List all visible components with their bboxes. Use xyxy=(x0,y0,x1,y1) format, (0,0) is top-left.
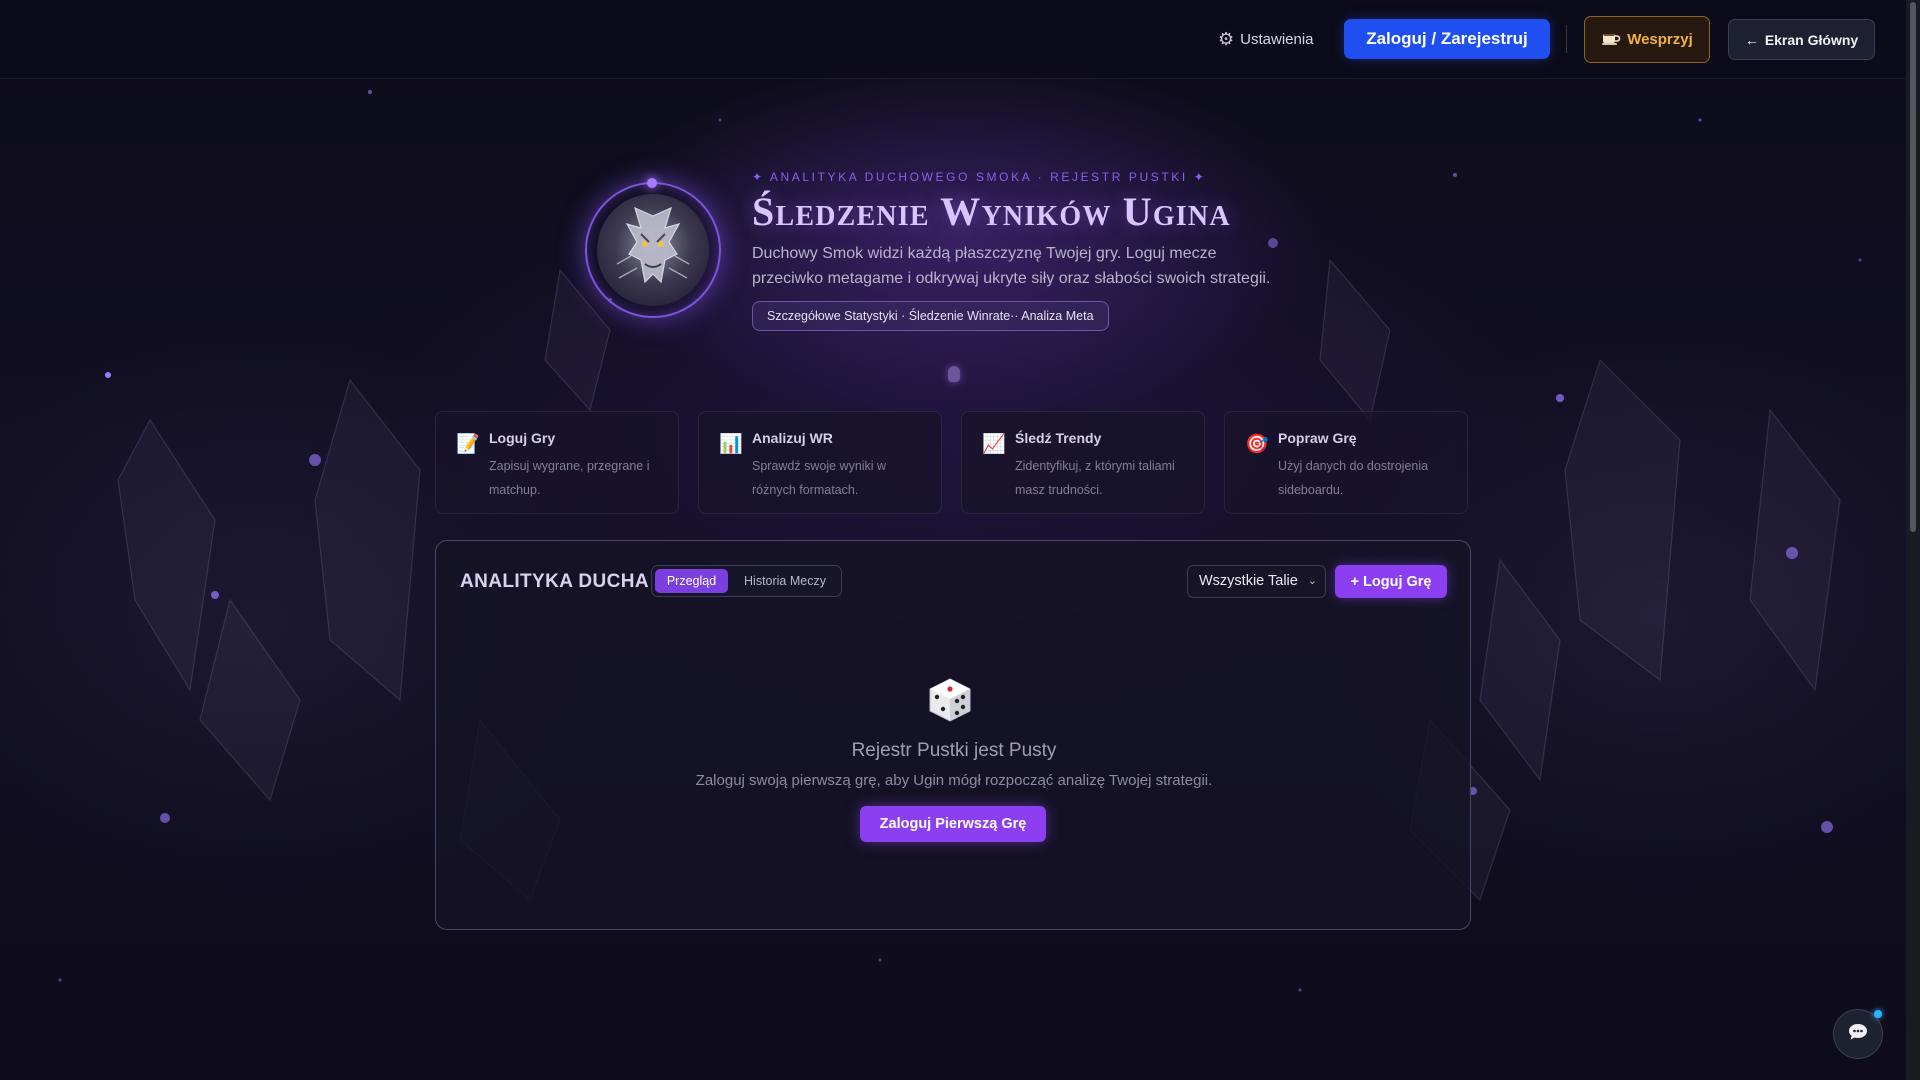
empty-state-title: Rejestr Pustki jest Pusty xyxy=(851,740,1057,761)
feature-card-improve-game: 🎯 Popraw Grę Użyj danych do dostrojenia … xyxy=(1224,411,1468,514)
log-game-button[interactable]: + Loguj Grę xyxy=(1335,565,1447,598)
dice-icon xyxy=(927,677,973,723)
feature-card-log-games: 📝 Loguj Gry Zapisuj wygrane, przegrane i… xyxy=(435,411,679,514)
trend-chart-icon: 📈 xyxy=(982,434,1006,455)
hero-description: Duchowy Smok widzi każdą płaszczyznę Two… xyxy=(752,245,1271,287)
feature-description: Zidentyfikuj, z którymi taliami masz tru… xyxy=(1015,459,1175,497)
spirit-dragon-icon xyxy=(597,194,709,306)
feature-description: Sprawdź swoje wyniki w różnych formatach… xyxy=(752,459,887,497)
support-label: Wesprzyj xyxy=(1627,31,1693,48)
deck-filter-value: Wszystkie Talie xyxy=(1199,573,1298,589)
hero-eyebrow: ✦ ANALITYKA DUCHOWEGO SMOKA · REJESTR PU… xyxy=(752,170,1207,184)
support-button[interactable]: Wesprzyj xyxy=(1584,16,1710,63)
avatar-glow-dot xyxy=(647,178,657,188)
empty-state-description: Zaloguj swoją pierwszą grę, aby Ugin móg… xyxy=(695,772,1213,789)
page-title: Śledzenie Wyników Ugina xyxy=(752,189,1231,234)
nav-divider xyxy=(1566,25,1567,53)
feature-title: Popraw Grę xyxy=(1278,430,1357,446)
feature-title: Śledź Trendy xyxy=(1015,430,1102,446)
chevron-down-icon: ⌄ xyxy=(1307,575,1317,587)
bar-chart-icon: 📊 xyxy=(719,434,743,455)
feature-card-track-trends: 📈 Śledź Trendy Zidentyfikuj, z którymi t… xyxy=(961,411,1205,514)
settings-link[interactable]: ⚙ Ustawienia xyxy=(1218,26,1314,52)
chat-button[interactable] xyxy=(1833,1009,1883,1059)
coffee-icon xyxy=(1601,30,1621,50)
home-label: Ekran Główny xyxy=(1764,31,1859,48)
back-arrow-icon: ← xyxy=(1744,31,1759,48)
feature-card-analyze-wr: 📊 Analizuj WR Sprawdź swoje wyniki w róż… xyxy=(698,411,942,514)
tab-overview[interactable]: Przegląd xyxy=(655,569,728,593)
feature-title: Analizuj WR xyxy=(752,430,833,446)
gear-icon: ⚙ xyxy=(1218,28,1235,49)
target-icon: 🎯 xyxy=(1245,434,1269,455)
deck-filter-select[interactable]: Wszystkie Talie ⌄ xyxy=(1187,565,1326,598)
memo-icon: 📝 xyxy=(456,434,480,455)
page-scrollbar[interactable] xyxy=(1906,0,1920,1080)
feature-description: Użyj danych do dostrojenia sideboardu. xyxy=(1278,459,1429,497)
view-tabs: Przegląd Historia Meczy xyxy=(651,565,842,597)
feature-tags-pill: Szczegółowe Statystyki · Śledzenie Winra… xyxy=(752,301,1109,331)
tab-match-history[interactable]: Historia Meczy xyxy=(732,569,838,593)
home-screen-button[interactable]: ← Ekran Główny xyxy=(1728,19,1875,60)
analytics-panel: ANALITYKA DUCHA Przegląd Historia Meczy … xyxy=(435,540,1471,930)
feature-description: Zapisuj wygrane, przegrane i matchup. xyxy=(489,459,650,497)
scrollbar-thumb[interactable] xyxy=(1910,2,1916,532)
login-register-button[interactable]: Zaloguj / Zarejestruj xyxy=(1344,19,1550,59)
panel-title: ANALITYKA DUCHA xyxy=(460,571,649,592)
dragon-avatar-frame xyxy=(585,178,721,318)
settings-label: Ustawienia xyxy=(1240,30,1314,48)
feature-title: Loguj Gry xyxy=(489,430,556,446)
chat-icon xyxy=(1847,1022,1869,1047)
log-first-game-button[interactable]: Zaloguj Pierwszą Grę xyxy=(860,806,1046,842)
top-navigation-bar: ⚙ Ustawienia Zaloguj / Zarejestruj Wespr… xyxy=(0,0,1906,79)
notification-dot xyxy=(1874,1010,1882,1018)
potion-icon xyxy=(948,366,960,382)
